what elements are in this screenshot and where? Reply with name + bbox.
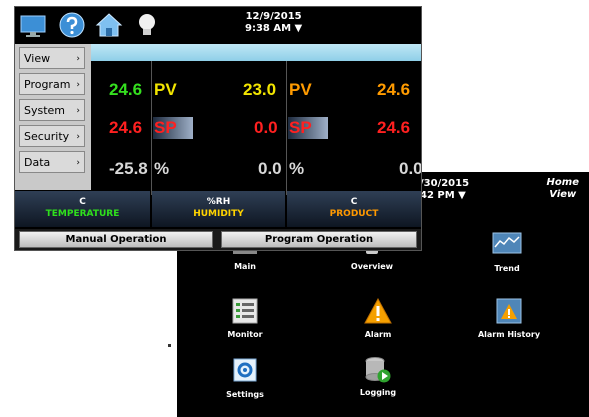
loop2-unit: %RH [206, 197, 231, 207]
chevron-right-icon: › [76, 158, 80, 168]
operation-bar: Manual Operation Program Operation [15, 229, 421, 250]
loop2-label-box[interactable]: %RH HUMIDITY [152, 191, 285, 227]
loop3-pv-value: 24.6 [377, 80, 411, 99]
loop2-pv-value: 23.0 [243, 80, 277, 99]
home-view-date: /30/2015 [420, 178, 470, 189]
chevron-right-icon: › [76, 54, 80, 64]
home-view-time: 42 PM ▼ [420, 190, 466, 201]
tile-logging[interactable]: Logging [328, 356, 428, 397]
loop3-sp-value[interactable]: 24.6 [377, 118, 410, 138]
menu-item-data-label: Data [24, 156, 51, 169]
loop1-output-unit: % [154, 159, 170, 178]
menu-item-view-label: View [24, 52, 51, 65]
tile-settings[interactable]: Settings [195, 358, 295, 399]
settings-icon [230, 358, 260, 384]
column-divider [151, 61, 152, 195]
loop1-sp-value[interactable]: 24.6 [109, 118, 142, 138]
loop1-label-box[interactable]: C TEMPERATURE [15, 191, 150, 227]
trend-chart-icon [492, 232, 522, 258]
loop3-name: PRODUCT [329, 209, 379, 219]
stray-dot [168, 344, 171, 347]
loop1-sp-label: SP [154, 118, 177, 137]
monitor-list-icon [230, 298, 260, 324]
loop1-output-value: -25.8 [109, 159, 148, 178]
home-view-datetime[interactable]: /30/2015 42 PM ▼ [420, 178, 469, 202]
column-divider [286, 61, 287, 195]
tile-trend[interactable]: Trend [457, 232, 557, 273]
loop2-sp-value[interactable]: 0.0 [254, 118, 278, 138]
chevron-right-icon: › [76, 80, 80, 90]
tile-alarm-history[interactable]: Alarm History [459, 298, 559, 339]
loop3-label-box[interactable]: C PRODUCT [287, 191, 421, 227]
help-icon[interactable] [58, 11, 86, 39]
loop1-pv-value: 24.6 [109, 80, 143, 99]
tile-logging-label: Logging [359, 388, 397, 397]
date-text: 12/9/2015 [245, 11, 302, 22]
menu-item-security-label: Security [24, 130, 70, 143]
loop3-unit: C [350, 197, 358, 207]
menu-item-system-label: System [24, 104, 66, 117]
loop3-output-value: 0.0 [399, 159, 422, 178]
loop1-pv-label: PV [154, 80, 177, 99]
loop-view-toolbar: 12/9/2015 9:38 AM ▼ [15, 7, 421, 43]
menu-item-data[interactable]: Data › [19, 151, 85, 173]
alarm-history-icon [494, 298, 524, 324]
tile-trend-label: Trend [494, 264, 520, 273]
tile-alarm[interactable]: Alarm [328, 297, 428, 339]
alarm-warning-icon [363, 297, 393, 324]
menu-item-view[interactable]: View › [19, 47, 85, 69]
view-label: View [549, 189, 577, 200]
home-label: Home [546, 177, 579, 188]
home-view-title: Home View [547, 177, 579, 201]
loop2-output-unit: % [289, 159, 305, 178]
loop2-name: HUMIDITY [193, 209, 244, 219]
tile-monitor-label: Monitor [227, 330, 263, 339]
menu-monitor-icon[interactable] [19, 11, 47, 39]
lightbulb-icon[interactable] [133, 11, 161, 39]
side-menu: View › Program › System › Security › Data › [15, 44, 91, 190]
home-icon[interactable] [95, 11, 123, 39]
menu-item-system[interactable]: System › [19, 99, 85, 121]
loop2-sp-label: SP [289, 118, 312, 137]
loop-view-screen: 12/9/2015 9:38 AM ▼ 24.6 PV 24.6 -25.8 %… [14, 6, 422, 251]
chevron-right-icon: › [76, 106, 80, 116]
menu-item-program-label: Program [24, 78, 71, 91]
loop2-output-value: 0.0 [258, 159, 282, 178]
loop1-unit: C [79, 197, 86, 207]
tile-alarm-history-label: Alarm History [477, 330, 541, 339]
tile-alarm-label: Alarm [364, 330, 392, 339]
logging-database-icon [363, 356, 393, 383]
menu-item-program[interactable]: Program › [19, 73, 85, 95]
tile-monitor[interactable]: Monitor [195, 298, 295, 339]
tile-main-label: Main [234, 262, 256, 271]
loop1-name: TEMPERATURE [45, 209, 120, 219]
menu-item-security[interactable]: Security › [19, 125, 85, 147]
tile-settings-label: Settings [226, 390, 264, 399]
datetime-display[interactable]: 12/9/2015 9:38 AM ▼ [245, 11, 302, 35]
tile-overview-label: Overview [350, 262, 394, 271]
program-operation-button[interactable]: Program Operation [221, 231, 417, 248]
time-text: 9:38 AM ▼ [245, 23, 303, 34]
loop2-pv-label: PV [289, 80, 312, 99]
manual-operation-button[interactable]: Manual Operation [19, 231, 213, 248]
chevron-right-icon: › [76, 132, 80, 142]
